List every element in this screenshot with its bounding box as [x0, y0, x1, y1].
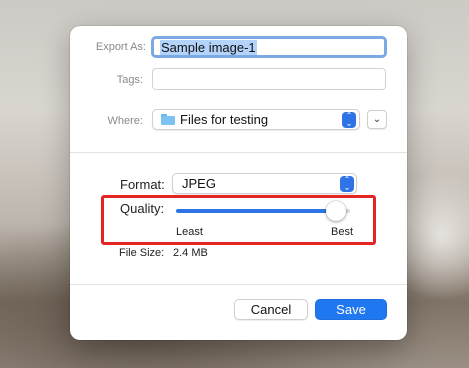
quality-min-label: Least: [176, 226, 203, 238]
up-down-chevron-icon: ⌃ ⌃: [342, 112, 356, 128]
quality-slider-fill: [176, 209, 337, 213]
quality-label: Quality:: [120, 201, 165, 216]
export-as-field[interactable]: Sample image-1: [151, 36, 387, 58]
export-as-value: Sample image-1: [160, 40, 257, 55]
expand-button[interactable]: ⌄: [367, 110, 387, 129]
format-popup[interactable]: JPEG ⌃ ⌃: [172, 173, 357, 194]
tags-field[interactable]: [152, 68, 386, 90]
quality-max-label: Best: [331, 226, 354, 238]
export-dialog: Export As: Sample image-1 Tags: Where: F…: [70, 26, 407, 340]
where-popup[interactable]: Files for testing ⌃ ⌃: [152, 109, 360, 130]
chevron-down-icon: ⌄: [372, 114, 382, 125]
where-label: Where:: [107, 115, 143, 127]
save-button[interactable]: Save: [315, 299, 387, 320]
quality-slider-knob[interactable]: [326, 201, 347, 221]
file-size-value: 2.4 MB: [173, 247, 208, 259]
where-value: Files for testing: [180, 112, 269, 127]
quality-slider[interactable]: [176, 209, 350, 213]
section-divider: [70, 152, 407, 153]
footer-divider: [70, 284, 407, 285]
file-size-label: File Size:: [119, 247, 165, 259]
up-down-chevron-icon: ⌃ ⌃: [340, 176, 354, 192]
format-value: JPEG: [182, 176, 216, 191]
format-label: Format:: [120, 177, 165, 192]
tags-label: Tags:: [116, 74, 143, 86]
cancel-button[interactable]: Cancel: [234, 299, 308, 320]
folder-icon: [161, 114, 175, 125]
export-as-label: Export As:: [95, 41, 146, 53]
